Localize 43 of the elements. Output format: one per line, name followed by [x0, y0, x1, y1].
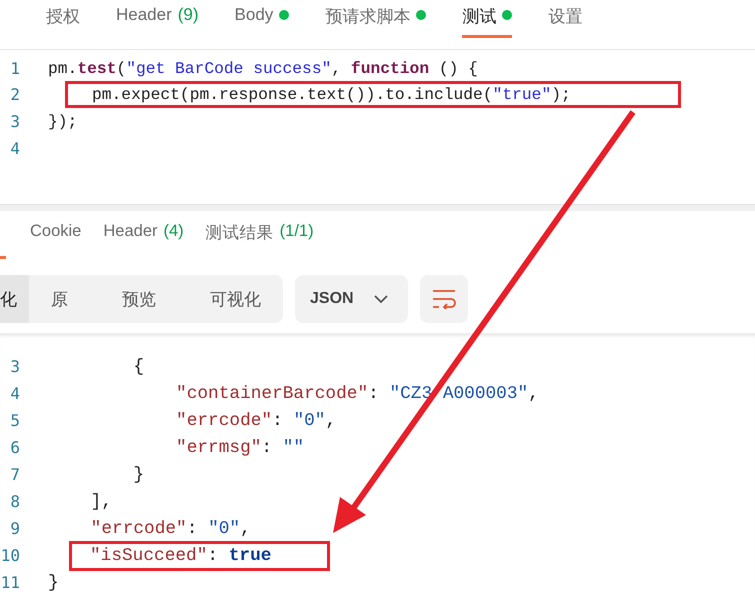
line-number: 9: [9, 519, 20, 538]
line-number: 1: [9, 58, 20, 78]
request-tab[interactable]: Body: [234, 0, 290, 38]
format-tab[interactable]: 原: [29, 275, 90, 323]
request-tab[interactable]: Header (9): [116, 0, 199, 38]
format-tab[interactable]: 预览: [90, 275, 188, 323]
line-number: 4: [9, 138, 20, 158]
response-tab[interactable]: 测试结果 (1/1): [206, 217, 314, 255]
line-number: 11: [0, 573, 20, 592]
line-number: 4: [9, 384, 20, 403]
highlighted-code-line: "isSucceed": true: [72, 544, 328, 568]
line-number: 10: [0, 546, 20, 565]
chevron-down-icon: [374, 294, 388, 304]
line-number: 6: [9, 438, 20, 457]
request-tab[interactable]: 预请求脚本: [325, 0, 426, 38]
format-dropdown[interactable]: JSON: [295, 275, 408, 323]
wrap-lines-button[interactable]: [420, 275, 468, 323]
code-line: "errcode": "0",: [90, 518, 251, 538]
code-line: pm.test("get BarCode success", function () {: [48, 58, 478, 78]
line-number: 5: [9, 411, 20, 430]
request-tab[interactable]: 授权: [46, 0, 80, 38]
response-tab[interactable]: Header (4): [103, 217, 184, 255]
tab-underline: [0, 256, 6, 259]
line-number: 3: [9, 112, 20, 131]
line-number: 3: [9, 357, 20, 376]
code-line: {: [132, 356, 144, 376]
code-line: }: [48, 572, 59, 592]
line-number: 8: [9, 492, 20, 511]
code-line: "containerBarcode": "CZ3 A000003",: [175, 384, 539, 404]
wrap-lines-icon: [432, 289, 456, 309]
code-line: }: [132, 464, 144, 484]
code-line: ],: [90, 492, 112, 512]
code-line: "errmsg": "": [175, 438, 304, 458]
request-tab[interactable]: 测试: [462, 0, 512, 38]
code-line: "errcode": "0",: [175, 410, 336, 430]
line-number: 7: [9, 465, 20, 484]
highlighted-code-line: pm.expect(pm.response.text()).to.include("true");: [68, 84, 678, 106]
code-line: });: [48, 112, 78, 131]
format-tab[interactable]: 可视化: [188, 275, 283, 323]
request-tab[interactable]: 设置: [548, 0, 582, 38]
line-number: 2: [9, 85, 20, 104]
format-tab[interactable]: 化: [0, 275, 29, 323]
response-tab[interactable]: Cookie: [30, 217, 82, 255]
